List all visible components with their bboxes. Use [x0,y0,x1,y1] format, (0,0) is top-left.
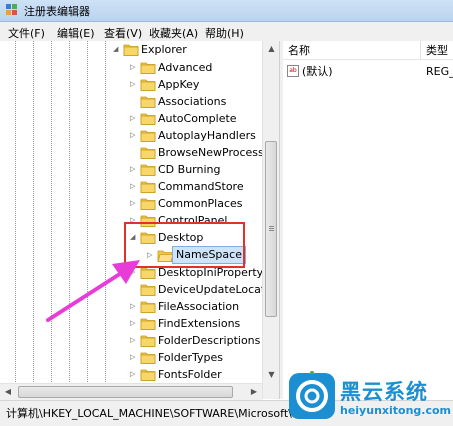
expand-triangle-icon[interactable]: ▷ [130,353,138,362]
expand-triangle-icon[interactable]: ▷ [130,165,138,174]
expand-triangle-icon[interactable]: ▷ [130,131,138,140]
folder-icon [140,369,156,381]
tree-guide-line [15,41,16,399]
menu-file[interactable]: 文件(F) [8,25,45,41]
value-type: REG_ [426,65,453,78]
grip-line [269,228,274,229]
tree-item-label: FindExtensions [158,317,241,330]
tree-item-label: Explorer [141,43,187,56]
tree-item-label: DeviceUpdateLocatio [158,283,262,296]
string-value-icon: ab [287,65,299,77]
folder-icon [140,147,156,159]
watermark-title: 黑云系统 [340,380,428,404]
expand-triangle-icon[interactable]: ▷ [130,370,138,379]
tree-item-label: FolderDescriptions [158,334,261,347]
expand-triangle-icon[interactable]: ▷ [130,80,138,89]
horizontal-scroll-thumb[interactable] [18,386,233,398]
folder-icon [140,113,156,125]
folder-icon [140,164,156,176]
grip-line [269,226,274,227]
watermark: 黑云系统 heiyunxitong.com [285,368,453,425]
tree-item-label: CommonPlaces [158,197,243,210]
folder-icon [140,96,156,108]
scroll-down-arrow-icon[interactable]: ▼ [263,367,280,383]
tree-guide-line [105,41,106,399]
menu-favorites[interactable]: 收藏夹(A) [149,25,198,41]
tree-item-label: BrowseNewProcess [158,146,262,159]
column-header-type[interactable]: 类型 [421,41,453,60]
pointer-arrow-icon [46,260,140,322]
scroll-up-arrow-icon[interactable]: ▲ [263,41,280,57]
folder-icon [140,79,156,91]
value-row[interactable]: ab (默认) REG_ [283,63,453,80]
tree-horizontal-scrollbar[interactable]: ◀ ▶ [0,383,262,400]
tree-item-label: AutoComplete [158,112,237,125]
expand-triangle-icon[interactable]: ▷ [130,182,138,191]
tree-item-label: CD Burning [158,163,221,176]
tree-item-label: AutoplayHandlers [158,129,256,142]
scroll-left-arrow-icon[interactable]: ◀ [0,384,16,400]
expand-triangle-icon[interactable]: ▷ [130,199,138,208]
tree-guide-line [69,41,70,399]
tree-item-label: FileAssociation [158,300,240,313]
watermark-url: heiyunxitong.com [340,404,451,417]
folder-icon [140,352,156,364]
scroll-right-arrow-icon[interactable]: ▶ [246,384,262,400]
menu-help[interactable]: 帮助(H) [205,25,244,41]
values-list[interactable]: 名称 类型 ab (默认) REG_ [283,41,453,399]
folder-icon [140,62,156,74]
tree-vertical-scrollbar[interactable]: ▲ ▼ [262,41,280,399]
folder-icon [140,181,156,193]
tree-guide-line [51,41,52,399]
folder-icon [123,44,139,56]
regedit-icon [6,4,17,15]
tree-guide-line [33,41,34,399]
expand-triangle-icon[interactable]: ▷ [130,63,138,72]
window-title: 注册表编辑器 [24,5,90,18]
tree-item-label: CommandStore [158,180,244,193]
menu-edit[interactable]: 编辑(E) [57,25,95,41]
expand-triangle-icon[interactable]: ▷ [130,336,138,345]
column-header-name[interactable]: 名称 [283,41,421,60]
tree-item-label: FontsFolder [158,368,222,381]
menu-view[interactable]: 查看(V) [104,25,142,41]
tree-guide-line [87,41,88,399]
registry-tree[interactable]: ◢ Explorer ▷ Advanced ▷ AppKey Associati… [0,41,262,399]
vertical-scroll-thumb[interactable] [265,141,277,317]
tree-item-label: FolderTypes [158,351,223,364]
registry-path: 计算机\HKEY_LOCAL_MACHINE\SOFTWARE\Microsof… [6,407,303,420]
tree-item-label: Associations [158,95,227,108]
collapse-triangle-icon[interactable]: ◢ [113,45,121,54]
expand-triangle-icon[interactable]: ▷ [130,114,138,123]
tree-item-label: Advanced [158,61,213,74]
title-bar: 注册表编辑器 [0,0,453,22]
watermark-logo-icon [289,371,335,419]
folder-icon [140,198,156,210]
value-name: (默认) [302,65,333,78]
grip-line [269,230,274,231]
tree-item-label: AppKey [158,78,200,91]
folder-icon [140,130,156,142]
folder-icon [140,335,156,347]
menu-bar: 文件(F) 编辑(E) 查看(V) 收藏夹(A) 帮助(H) [0,22,453,42]
